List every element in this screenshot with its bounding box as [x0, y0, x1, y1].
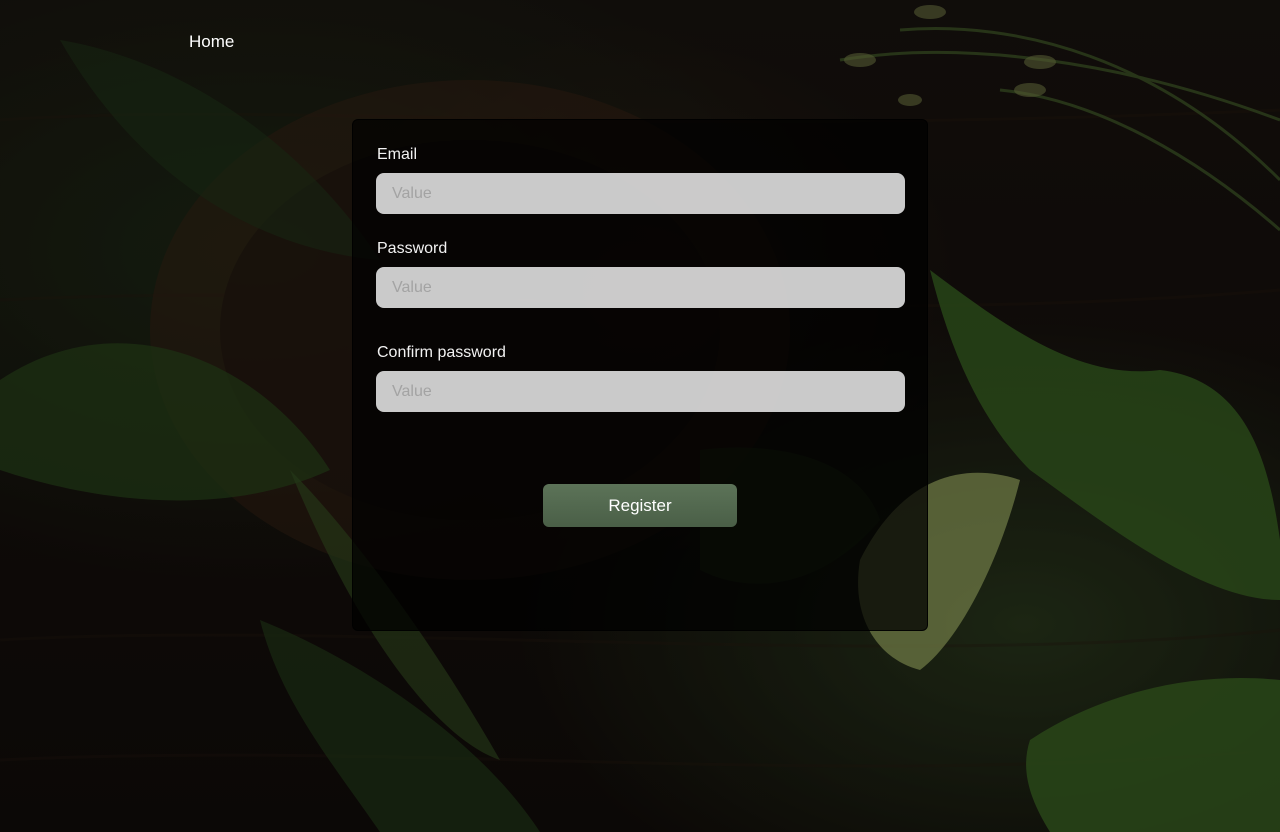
nav-home-link[interactable]: Home — [189, 31, 234, 53]
register-button[interactable]: Register — [543, 484, 737, 527]
password-label: Password — [377, 240, 448, 257]
registration-card: Email Password Confirm password Register — [352, 119, 928, 631]
email-label: Email — [377, 146, 418, 163]
confirm-password-field[interactable] — [376, 371, 905, 412]
confirm-password-label: Confirm password — [377, 344, 506, 361]
email-field[interactable] — [376, 173, 905, 214]
password-field[interactable] — [376, 267, 905, 308]
